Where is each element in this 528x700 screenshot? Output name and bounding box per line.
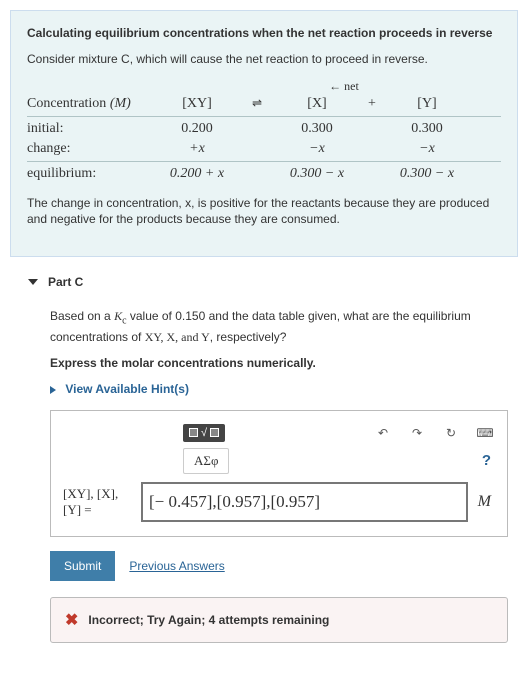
part-c-instruction: Express the molar concentrations numeric… — [50, 356, 518, 370]
feedback-banner: ✖ Incorrect; Try Again; 4 attempts remai… — [50, 597, 508, 643]
info-intro: Consider mixture C, which will cause the… — [27, 52, 501, 68]
caret-down-icon — [28, 279, 38, 285]
answer-unit: M — [474, 493, 495, 511]
answer-lhs: [XY], [X], [Y] = — [63, 486, 135, 517]
math-template-button[interactable]: √ — [183, 424, 225, 442]
ice-header-row: Concentration (M) [XY] ⇌ [X] + [Y] — [27, 94, 501, 117]
info-title: Calculating equilibrium concentrations w… — [27, 25, 501, 42]
keyboard-icon: ⌨ — [476, 426, 493, 440]
feedback-text: Incorrect; Try Again; 4 attempts remaini… — [88, 613, 329, 627]
part-c-header[interactable]: Part C — [28, 275, 518, 289]
answer-box: √ ↶ ↷ ↻ ⌨ ΑΣφ ? [XY], [X], [Y] = [− 0.45… — [50, 410, 508, 537]
part-c-section: Part C Based on a Kc value of 0.150 and … — [28, 275, 518, 643]
redo-icon: ↷ — [412, 426, 422, 440]
caret-right-icon — [50, 386, 56, 394]
undo-button[interactable]: ↶ — [373, 425, 393, 441]
info-panel: Calculating equilibrium concentrations w… — [10, 10, 518, 257]
answer-row: [XY], [X], [Y] = [− 0.457],[0.957],[0.95… — [63, 482, 495, 522]
keyboard-button[interactable]: ⌨ — [475, 425, 495, 441]
info-after-note: The change in concentration, x, is posit… — [27, 196, 501, 227]
secondary-toolbar: ΑΣφ ? — [63, 448, 495, 482]
ice-row-equilibrium: equilibrium: 0.200 + x 0.300 − x 0.300 −… — [27, 164, 501, 184]
incorrect-icon: ✖ — [65, 610, 78, 630]
undo-icon: ↶ — [378, 426, 388, 440]
reset-icon: ↻ — [446, 426, 456, 440]
toolbar: √ ↶ ↷ ↻ ⌨ — [63, 421, 495, 448]
reset-button[interactable]: ↻ — [441, 425, 461, 441]
ice-row-change: change: +x −x −x — [27, 139, 501, 162]
net-arrow-label: ← net — [27, 79, 501, 94]
answer-input[interactable]: [− 0.457],[0.957],[0.957] — [141, 482, 468, 522]
ice-table: ← net Concentration (M) [XY] ⇌ [X] + [Y]… — [27, 79, 501, 184]
submit-button[interactable]: Submit — [50, 551, 115, 581]
part-c-label: Part C — [48, 275, 83, 289]
greek-symbols-button[interactable]: ΑΣφ — [183, 448, 229, 474]
help-button[interactable]: ? — [482, 452, 495, 469]
previous-answers-link[interactable]: Previous Answers — [129, 559, 224, 573]
sqrt-icon: √ — [201, 427, 207, 439]
hints-toggle[interactable]: View Available Hint(s) — [50, 382, 518, 396]
redo-button[interactable]: ↷ — [407, 425, 427, 441]
ice-row-initial: initial: 0.200 0.300 0.300 — [27, 119, 501, 139]
part-c-question: Based on a Kc value of 0.150 and the dat… — [50, 307, 518, 346]
submit-row: Submit Previous Answers — [50, 551, 518, 581]
hints-link[interactable]: View Available Hint(s) — [65, 382, 189, 396]
